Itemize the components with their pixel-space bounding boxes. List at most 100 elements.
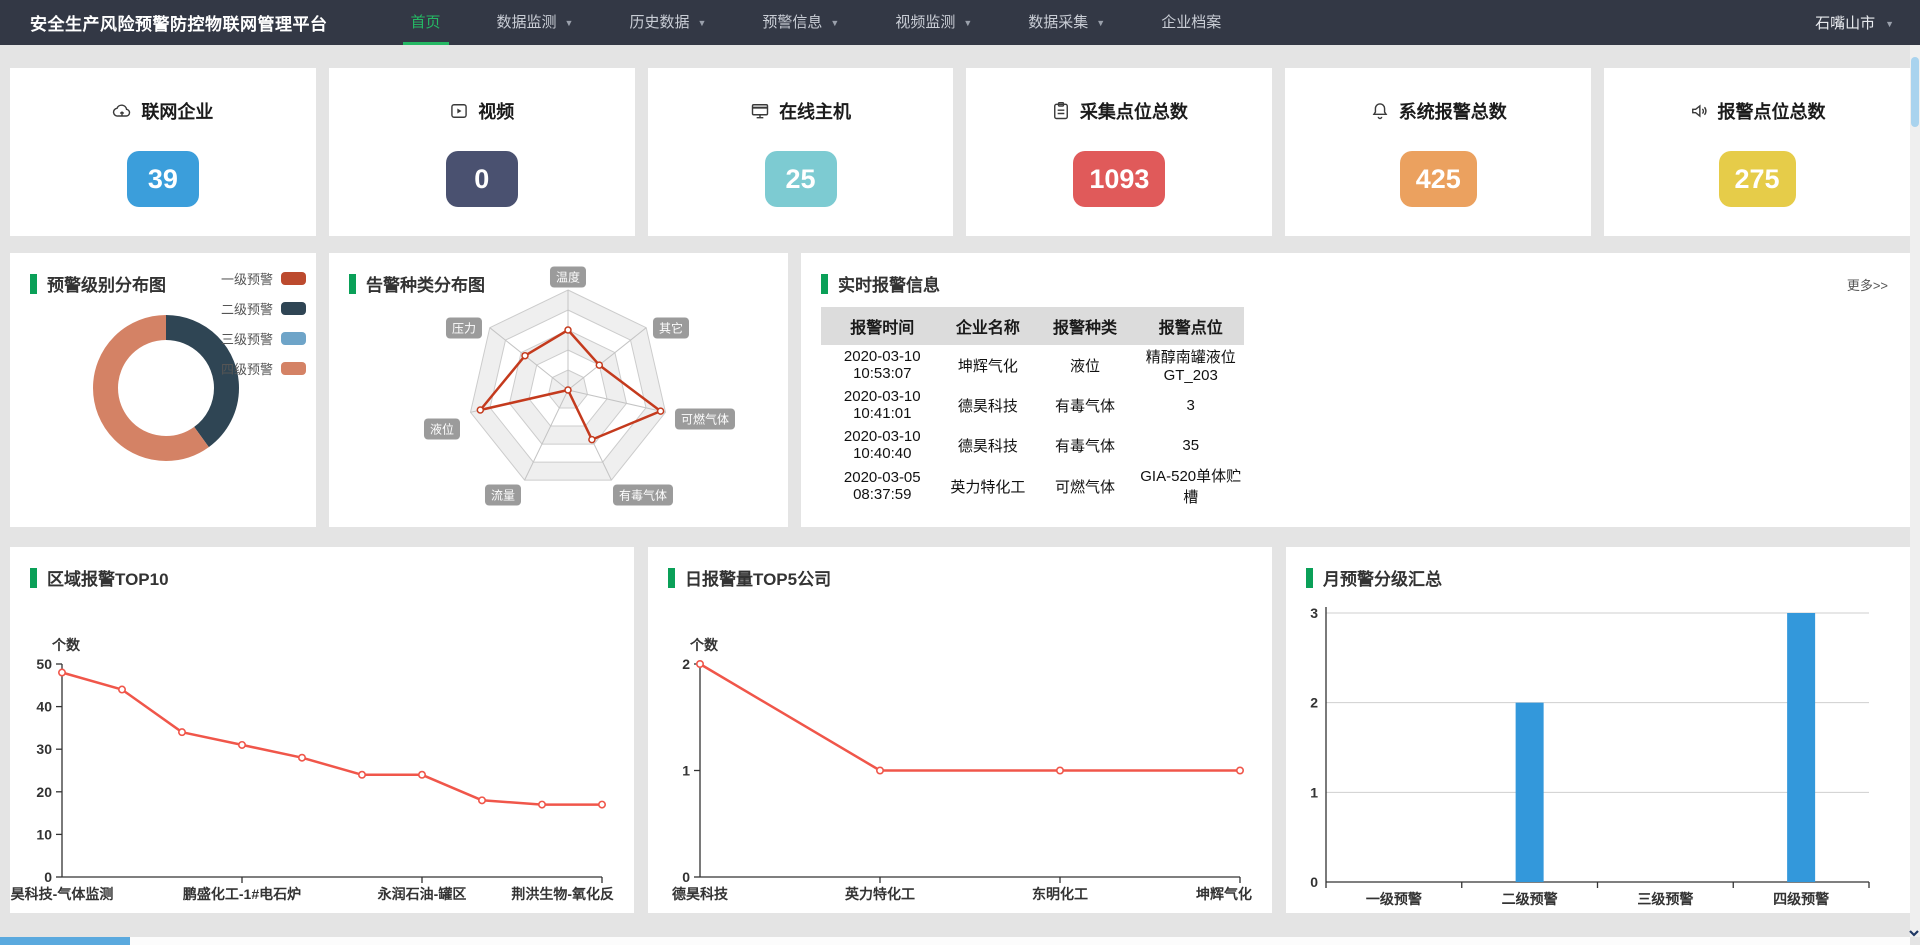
- bottom-row: 区域报警TOP10 01020304050个数昊科技-气体监测鹏盛化工-1#电石…: [10, 547, 1910, 913]
- table-header-row: 报警时间 企业名称 报警种类 报警点位: [821, 307, 1244, 345]
- stat-cards-row: 联网企业 39 视频 0 在线主机 25 采集点位总数 1093 系统报警总数 …: [10, 68, 1910, 236]
- svg-text:英力特化工: 英力特化工: [844, 886, 915, 902]
- stat-label: 联网企业: [141, 98, 213, 124]
- vertical-scrollbar-thumb[interactable]: [1911, 57, 1919, 127]
- speaker-icon: [1689, 101, 1709, 121]
- nav-item-video-monitor[interactable]: 视频监测▼: [879, 0, 988, 45]
- table-row[interactable]: 2020-03-05 08:37:59英力特化工可燃气体GIA-520单体贮槽: [821, 465, 1244, 507]
- chevron-down-icon: ▼: [565, 1, 574, 46]
- stat-value: 0: [446, 151, 518, 207]
- title-accent-bar: [30, 274, 37, 294]
- table-row[interactable]: 2020-03-10 10:53:07坤辉气化液位精醇南罐液位GT_203: [821, 345, 1244, 385]
- nav-item-warning-info[interactable]: 预警信息▼: [746, 0, 855, 45]
- nav-item-enterprise-archive[interactable]: 企业档案: [1145, 0, 1237, 45]
- title-accent-bar: [668, 568, 675, 588]
- bell-icon: [1370, 101, 1390, 121]
- legend-swatch: [281, 272, 306, 285]
- legend-item[interactable]: 三级预警: [221, 329, 306, 348]
- panel-title: 区域报警TOP10: [47, 565, 169, 590]
- middle-row: 预警级别分布图 一级预警 二级预警 三级预警 四级预警 告警种类分布图 温度 其…: [10, 253, 1910, 527]
- chevron-down-icon: ▼: [830, 1, 839, 46]
- svg-text:东明化工: 东明化工: [1032, 886, 1088, 902]
- stat-card-system-alarms-total: 系统报警总数 425: [1285, 68, 1591, 236]
- monthly-warning-summary-chart: 0123一级预警二级预警三级预警四级预警: [1286, 547, 1905, 913]
- nav-item-home[interactable]: 首页: [395, 0, 457, 45]
- svg-text:2: 2: [682, 656, 690, 672]
- realtime-alarm-table: 报警时间 企业名称 报警种类 报警点位 2020-03-10 10:53:07坤…: [821, 307, 1244, 507]
- stat-value: 25: [765, 151, 837, 207]
- donut-legend: 一级预警 二级预警 三级预警 四级预警: [221, 269, 306, 389]
- svg-text:2: 2: [1310, 695, 1318, 711]
- panel-title: 月预警分级汇总: [1323, 565, 1442, 590]
- title-accent-bar: [30, 568, 37, 588]
- column-header-alarm-time: 报警时间: [821, 307, 944, 345]
- legend-item[interactable]: 二级预警: [221, 299, 306, 318]
- stat-label: 报警点位总数: [1718, 98, 1826, 124]
- stat-label: 在线主机: [779, 98, 851, 124]
- column-header-alarm-type: 报警种类: [1032, 307, 1138, 345]
- radar-axis-label: 流量: [485, 485, 521, 506]
- svg-text:3: 3: [1310, 605, 1318, 621]
- more-link[interactable]: 更多>>: [1847, 275, 1888, 294]
- svg-text:40: 40: [36, 699, 52, 715]
- panel-title: 告警种类分布图: [366, 271, 485, 296]
- daily-alarm-top5-chart: 012个数德昊科技英力特化工东明化工坤辉气化: [648, 547, 1266, 913]
- svg-text:个数: 个数: [51, 637, 81, 653]
- panel-title: 预警级别分布图: [47, 271, 166, 296]
- svg-text:二级预警: 二级预警: [1502, 891, 1558, 907]
- table-row[interactable]: 2020-03-10 10:40:40德昊科技有毒气体35: [821, 425, 1244, 465]
- navbar: 安全生产风险预警防控物联网管理平台 首页 数据监测▼ 历史数据▼ 预警信息▼ 视…: [0, 0, 1920, 45]
- stat-label: 系统报警总数: [1399, 98, 1507, 124]
- svg-text:1: 1: [682, 763, 690, 779]
- legend-swatch: [281, 302, 306, 315]
- stat-card-video: 视频 0: [329, 68, 635, 236]
- svg-text:坤辉气化: 坤辉气化: [1196, 886, 1252, 902]
- nav-item-data-collect[interactable]: 数据采集▼: [1012, 0, 1121, 45]
- stat-label: 视频: [478, 98, 514, 124]
- chevron-down-icon: ▼: [1096, 1, 1105, 46]
- radar-axis-label: 液位: [424, 419, 460, 440]
- radar-axis-label: 温度: [550, 267, 586, 288]
- stat-value: 275: [1719, 151, 1796, 207]
- svg-text:个数: 个数: [689, 637, 719, 653]
- svg-text:永润石油-罐区: 永润石油-罐区: [377, 886, 467, 902]
- horizontal-scrollbar[interactable]: [0, 937, 1910, 945]
- svg-text:0: 0: [682, 869, 690, 885]
- cloud-network-icon: [112, 101, 132, 121]
- stat-label: 采集点位总数: [1080, 98, 1188, 124]
- column-header-alarm-point: 报警点位: [1138, 307, 1244, 345]
- svg-text:四级预警: 四级预警: [1773, 891, 1829, 907]
- stat-value: 1093: [1073, 151, 1165, 207]
- vertical-scrollbar[interactable]: [1910, 45, 1920, 937]
- radar-axis-label: 其它: [653, 318, 689, 339]
- chevron-down-icon: ▼: [1885, 19, 1894, 29]
- svg-text:10: 10: [36, 826, 52, 842]
- legend-swatch: [281, 362, 306, 375]
- stat-card-online-hosts: 在线主机 25: [648, 68, 954, 236]
- stat-value: 39: [127, 151, 199, 207]
- svg-text:一级预警: 一级预警: [1366, 891, 1422, 907]
- table-row[interactable]: 2020-03-10 10:41:01德昊科技有毒气体3: [821, 385, 1244, 425]
- monthly-warning-summary-panel: 月预警分级汇总 0123一级预警二级预警三级预警四级预警: [1286, 547, 1910, 913]
- scroll-corner-arrow-icon[interactable]: [1908, 927, 1920, 939]
- title-accent-bar: [821, 274, 828, 294]
- legend-item[interactable]: 一级预警: [221, 269, 306, 288]
- horizontal-scrollbar-thumb[interactable]: [0, 937, 130, 945]
- radar-axis-label: 压力: [446, 318, 482, 339]
- chevron-down-icon: ▼: [697, 1, 706, 46]
- svg-text:30: 30: [36, 741, 52, 757]
- title-accent-bar: [1306, 568, 1313, 588]
- nav-item-data-monitor[interactable]: 数据监测▼: [481, 0, 590, 45]
- svg-text:50: 50: [36, 656, 52, 672]
- panel-title: 日报警量TOP5公司: [685, 565, 831, 590]
- realtime-alarm-panel: 实时报警信息 更多>> 报警时间 企业名称 报警种类 报警点位 2020-03-…: [801, 253, 1910, 527]
- legend-item[interactable]: 四级预警: [221, 359, 306, 378]
- nav-item-history-data[interactable]: 历史数据▼: [613, 0, 722, 45]
- region-selector[interactable]: 石嘴山市▼: [1815, 12, 1894, 33]
- svg-text:三级预警: 三级预警: [1637, 891, 1693, 907]
- region-alarm-top10-panel: 区域报警TOP10 01020304050个数昊科技-气体监测鹏盛化工-1#电石…: [10, 547, 634, 913]
- svg-text:鹏盛化工-1#电石炉: 鹏盛化工-1#电石炉: [183, 886, 301, 902]
- svg-text:0: 0: [1310, 874, 1318, 890]
- stat-value: 425: [1400, 151, 1477, 207]
- radar-axis-label: 可燃气体: [675, 409, 735, 430]
